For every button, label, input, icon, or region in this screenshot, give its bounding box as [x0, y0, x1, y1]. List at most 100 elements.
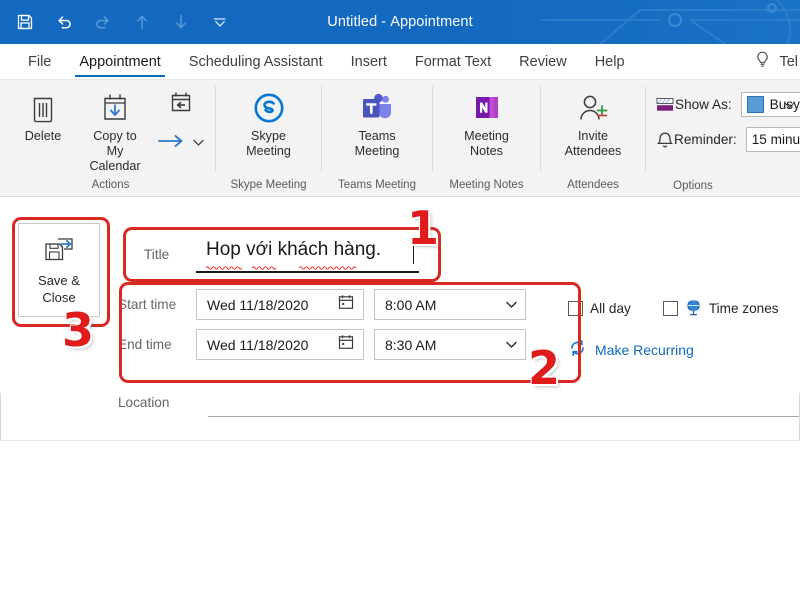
annotation-number-2: 2	[528, 341, 561, 395]
show-as-icon	[656, 97, 675, 113]
title-field-value[interactable]: Hop với khách hàng.	[206, 239, 381, 261]
reminder-dropdown[interactable]: 15 minutes	[745, 127, 800, 152]
tab-scheduling-assistant[interactable]: Scheduling Assistant	[175, 44, 337, 79]
meeting-notes-button[interactable]: Meeting Notes	[459, 85, 514, 159]
forward-calendar-icon[interactable]	[166, 85, 196, 123]
title-bar: Untitled - Appointment	[0, 0, 800, 44]
teams-meeting-label: Teams Meeting	[354, 129, 400, 158]
ribbon-group-actions: Delete Copy to My Calendar Actions	[6, 80, 215, 196]
appointment-body-area[interactable]	[0, 440, 800, 600]
save-close-button[interactable]: Save & Close	[18, 223, 100, 317]
reminder-label: Reminder:	[674, 132, 737, 147]
show-as-dropdown[interactable]: Busy	[740, 92, 800, 117]
tell-me-search[interactable]: Tel	[754, 50, 800, 73]
save-icon[interactable]	[14, 11, 36, 33]
ribbon-group-notes-label: Meeting Notes	[449, 179, 524, 191]
tab-help[interactable]: Help	[581, 44, 639, 79]
arrow-right-icon[interactable]	[156, 133, 186, 154]
copy-to-calendar-icon	[97, 88, 133, 128]
meeting-notes-label: Meeting Notes	[464, 129, 509, 158]
appointment-form: Save & Close Title Hop với khách hàng. S…	[0, 197, 800, 600]
ribbon-group-teams-items: Teams Meeting	[328, 80, 426, 178]
document-name: Untitled	[327, 14, 378, 30]
ribbon-group-teams-meeting: Teams Meeting Teams Meeting	[322, 80, 432, 196]
title-separator: -	[381, 14, 387, 30]
skype-meeting-label: Skype Meeting	[246, 129, 291, 158]
location-field-input[interactable]	[208, 416, 799, 417]
location-field-label: Location	[118, 395, 170, 410]
tab-review[interactable]: Review	[505, 44, 581, 79]
ribbon-tab-bar[interactable]: File Appointment Scheduling Assistant In…	[0, 44, 800, 80]
titlebar-decoration	[540, 0, 800, 44]
delete-label: Delete	[24, 129, 62, 143]
time-zones-label: Time zones	[708, 301, 779, 316]
ribbon-group-skype-label: Skype Meeting	[230, 179, 307, 191]
skype-meeting-button[interactable]: Skype Meeting	[241, 85, 296, 159]
all-day-label: All day	[590, 301, 631, 316]
end-time-row: End time Wed 11/18/2020 8:30 AM	[118, 329, 526, 360]
ribbon-group-notes-items: Meeting Notes	[439, 80, 534, 178]
start-date-input[interactable]: Wed 11/18/2020	[196, 289, 364, 320]
quick-access-toolbar[interactable]	[14, 0, 231, 44]
tab-insert[interactable]: Insert	[337, 44, 401, 79]
ribbon-group-attendees-label: Attendees	[567, 179, 619, 191]
customize-quick-access-toolbar-icon[interactable]	[209, 11, 231, 33]
teams-icon	[359, 88, 395, 128]
skype-icon	[252, 88, 286, 128]
start-date-value: Wed 11/18/2020	[207, 296, 309, 313]
save-close-label: Save & Close	[38, 272, 80, 305]
tab-label: Help	[594, 53, 625, 70]
all-day-checkbox[interactable]	[568, 301, 583, 316]
undo-icon[interactable]	[53, 11, 75, 33]
delete-button[interactable]: Delete	[12, 85, 74, 144]
tab-bar-right: Tel	[754, 44, 800, 79]
save-and-close-icon	[42, 235, 76, 270]
trash-icon	[28, 88, 58, 128]
ribbon-group-attendees-items: Invite Attendees	[547, 80, 639, 178]
calendar-picker-icon[interactable]	[337, 293, 355, 316]
ribbon-group-attendees: Invite Attendees Attendees	[541, 80, 645, 196]
tab-label: Scheduling Assistant	[188, 53, 323, 70]
window-type: Appointment	[390, 14, 473, 30]
end-date-input[interactable]: Wed 11/18/2020	[196, 329, 364, 360]
chevron-down-icon[interactable]	[784, 97, 795, 112]
lightbulb-icon	[754, 50, 771, 73]
time-zones-checkbox-item[interactable]: Time zones	[662, 298, 779, 319]
calendar-picker-icon[interactable]	[337, 333, 355, 356]
show-as-label: Show As:	[675, 97, 732, 112]
copy-to-calendar-actions[interactable]	[156, 123, 205, 154]
invite-attendees-icon	[575, 88, 611, 128]
tab-appointment[interactable]: Appointment	[65, 44, 174, 79]
tab-format-text[interactable]: Format Text	[401, 44, 505, 79]
make-recurring-label: Make Recurring	[595, 341, 694, 358]
title-field-underline	[196, 271, 419, 273]
start-time-value: 8:00 AM	[385, 296, 437, 313]
make-recurring-button[interactable]: Make Recurring	[568, 339, 694, 360]
spellcheck-underline	[206, 266, 357, 270]
annotation-number-1: 1	[407, 201, 440, 255]
title-field-label: Title	[144, 247, 170, 262]
reminder-value: 15 minutes	[751, 132, 800, 147]
ribbon-group-options-items: Show As: Busy Reminder: 15 minu	[656, 80, 800, 160]
tell-me-label: Tel	[779, 53, 798, 70]
invite-attendees-button[interactable]: Invite Attendees	[560, 85, 627, 159]
outlook-appointment-window: Untitled - Appointment File Appointment Sc…	[0, 0, 800, 600]
tab-label: Appointment	[79, 53, 161, 70]
end-time-value: 8:30 AM	[385, 336, 437, 353]
tab-file[interactable]: File	[14, 44, 65, 79]
teams-meeting-button[interactable]: Teams Meeting	[350, 85, 405, 159]
end-time-input[interactable]: 8:30 AM	[374, 329, 526, 360]
ribbon-group-options: Show As: Busy Reminder: 15 minu Options	[646, 80, 800, 196]
copy-to-my-calendar-button[interactable]: Copy to My Calendar	[74, 85, 156, 174]
chevron-down-icon[interactable]	[505, 336, 518, 354]
all-day-checkbox-item[interactable]: All day	[568, 301, 631, 316]
redo-icon	[92, 11, 114, 33]
ribbon-group-actions-label: Actions	[91, 179, 130, 191]
ribbon-group-meeting-notes: Meeting Notes Meeting Notes	[433, 80, 540, 196]
show-as-row: Show As: Busy	[656, 90, 800, 119]
start-time-input[interactable]: 8:00 AM	[374, 289, 526, 320]
chevron-down-icon[interactable]	[192, 138, 205, 150]
invite-attendees-label: Invite Attendees	[564, 129, 622, 158]
chevron-down-icon[interactable]	[505, 296, 518, 314]
time-zones-checkbox[interactable]	[662, 301, 678, 316]
